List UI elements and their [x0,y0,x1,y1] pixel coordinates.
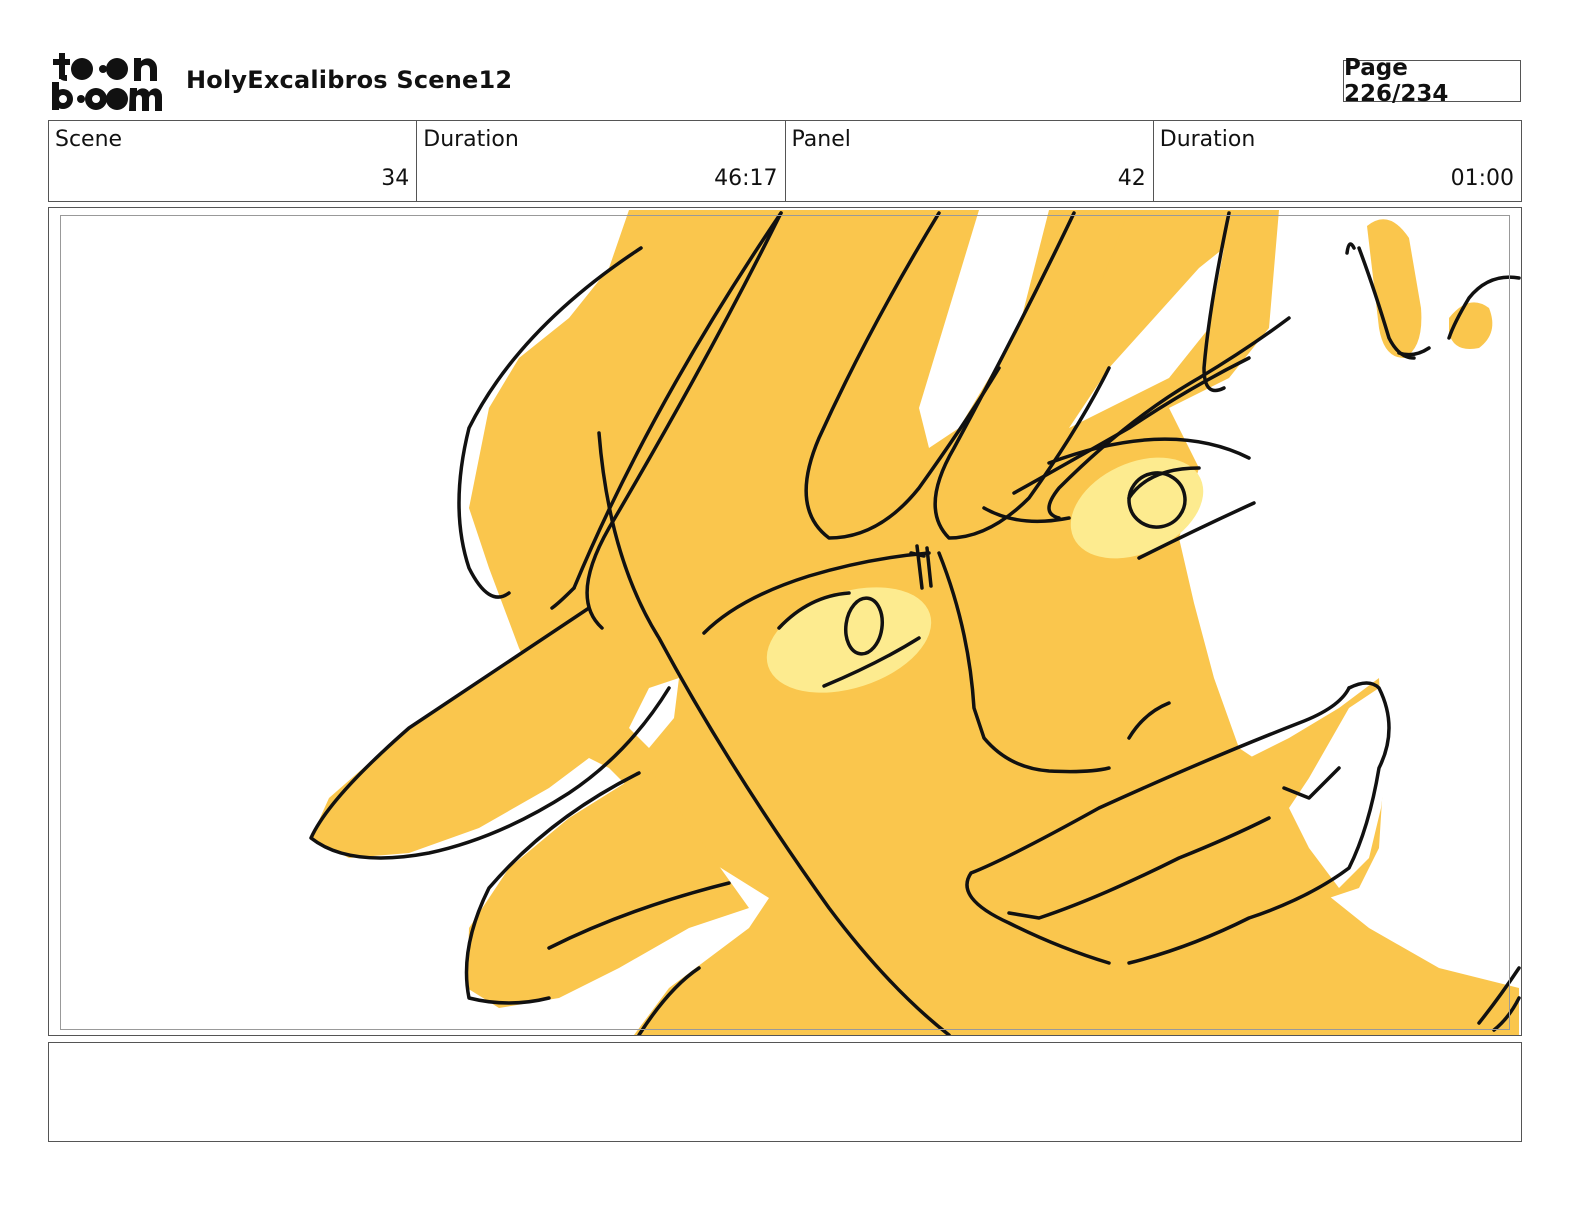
panel-drawing [309,210,1521,1035]
panel-cell: Panel 42 [786,121,1154,201]
scene-duration-cell: Duration 46:17 [417,121,786,201]
toon-boom-logo [52,53,162,111]
panel-value: 42 [1117,166,1146,191]
panel-duration-cell: Duration 01:00 [1154,121,1521,201]
page-number: Page 226/234 [1343,55,1521,107]
scene-cell: Scene 34 [49,121,418,201]
panel-notes [48,1042,1522,1142]
document-title: HolyExcalibros Scene12 [186,66,513,94]
scene-duration-label: Duration [423,127,519,152]
panel-duration-value: 01:00 [1450,166,1514,191]
scene-label: Scene [55,127,123,152]
panel-duration-label: Duration [1159,127,1256,152]
scene-value: 34 [381,166,410,191]
scene-info-table: Scene 34 Duration 46:17 Panel 42 Duratio… [48,120,1522,202]
panel-label: Panel [791,127,851,152]
storyboard-panel [48,207,1522,1036]
scene-duration-value: 46:17 [714,166,778,191]
